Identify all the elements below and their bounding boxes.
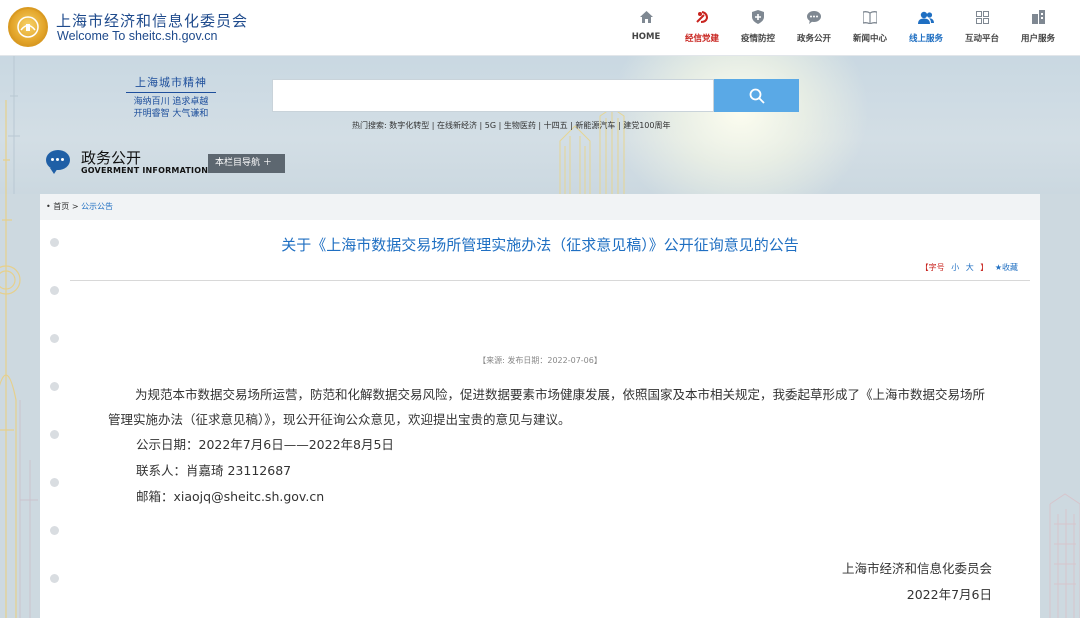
article-tools: 【字号 小 大 】 ★收藏 (919, 262, 1020, 273)
contact-email: 邮箱：xiaojq@sheitc.sh.gov.cn (136, 489, 325, 504)
nav-label: 互动平台 (964, 34, 999, 44)
font-size-label-close: 】 (980, 263, 989, 272)
city-spirit-slogan: 上海城市精神 海纳百川 追求卓越 开明睿智 大气谦和 (126, 74, 216, 120)
font-size-large-button[interactable]: 大 (966, 263, 974, 272)
nav-label: 政务公开 (796, 34, 831, 44)
search-button[interactable] (714, 79, 799, 112)
nav-label: 疫情防控 (740, 34, 775, 44)
nav-party-building[interactable]: 经信党建 (674, 8, 730, 44)
column-nav-button[interactable]: 本栏目导航 ＋ (208, 154, 285, 173)
nav-label: HOME (631, 32, 661, 42)
news-book-icon (842, 8, 898, 26)
notice-period: 公示日期：2022年7月6日——2022年8月5日 (136, 437, 394, 452)
nav-interaction[interactable]: 互动平台 (954, 8, 1010, 44)
favorite-button[interactable]: ★收藏 (995, 263, 1018, 272)
breadcrumb-home[interactable]: 首页 (53, 202, 69, 211)
signature-date: 2022年7月6日 (906, 587, 992, 602)
top-header: 上海市经济和信息化委员会 Welcome To sheitc.sh.gov.cn… (0, 0, 1080, 56)
site-title[interactable]: 上海市经济和信息化委员会 (56, 10, 248, 31)
nav-gov-info[interactable]: 政务公开 (786, 8, 842, 44)
nav-home[interactable]: HOME (618, 8, 674, 44)
home-icon (618, 8, 674, 26)
slogan-title: 上海城市精神 (126, 74, 216, 93)
nav-news[interactable]: 新闻中心 (842, 8, 898, 44)
building-icon (1010, 8, 1066, 26)
font-size-small-button[interactable]: 小 (951, 263, 959, 272)
building-decoration-right (1040, 194, 1080, 618)
breadcrumb-separator: > (71, 202, 79, 211)
article-paragraph: 为规范本市数据交易场所运营，防范和化解数据交易风险，促进数据要素市场健康发展，依… (108, 387, 986, 427)
side-bullets (50, 238, 59, 618)
title-divider (70, 280, 1030, 281)
section-title: 政务公开 (81, 149, 142, 167)
nav-epidemic[interactable]: 疫情防控 (730, 8, 786, 44)
signature: 上海市经济和信息化委员会 (841, 561, 992, 576)
section-title-en: GOVERMENT INFORMATION (81, 166, 209, 175)
party-emblem-icon (674, 8, 730, 26)
font-size-label: 【字号 (920, 263, 945, 272)
users-icon (898, 8, 954, 26)
nav-online-service[interactable]: 线上服务 (898, 8, 954, 44)
search-input[interactable] (272, 79, 714, 112)
site-subtitle: Welcome To sheitc.sh.gov.cn (57, 29, 218, 43)
slogan-line: 海纳百川 追求卓越 (133, 97, 209, 107)
grid-icon (954, 8, 1010, 26)
tower-decoration-left (0, 100, 40, 618)
nav-label: 新闻中心 (852, 34, 887, 44)
nav-user-service[interactable]: 用户服务 (1010, 8, 1066, 44)
site-logo-icon[interactable] (8, 7, 48, 47)
chat-bubble-icon (46, 150, 70, 174)
search-icon (749, 88, 765, 104)
breadcrumb-current[interactable]: 公示公告 (81, 202, 113, 211)
article-title: 关于《上海市数据交易场所管理实施办法（征求意见稿）》公开征询意见的公告 (281, 236, 799, 254)
hot-search-links[interactable]: 热门搜索: 数字化转型 | 在线新经济 | 5G | 生物医药 | 十四五 | … (352, 120, 670, 131)
article-panel: • 首页 > 公示公告 关于《上海市数据交易场所管理实施办法（征求意见稿）》公开… (40, 194, 1040, 618)
banner: 上海城市精神 海纳百川 追求卓越 开明睿智 大气谦和 热门搜索: 数字化转型 |… (0, 56, 1080, 194)
shield-icon (730, 8, 786, 26)
breadcrumb: • 首页 > 公示公告 (40, 194, 1040, 220)
main-nav: HOME 经信党建 疫情防控 政务公开 新闻中心 线上服务 互动平台 用户服务 (618, 8, 1066, 44)
nav-label: 用户服务 (1020, 34, 1055, 44)
contact-person: 联系人：肖嘉琦 23112687 (136, 463, 292, 478)
nav-label: 经信党建 (684, 34, 719, 44)
chat-bubble-icon (786, 8, 842, 26)
slogan-line: 开明睿智 大气谦和 (133, 109, 209, 119)
nav-label: 线上服务 (908, 34, 943, 44)
article-meta: 【来源: 发布日期：2022-07-06】 (478, 356, 602, 365)
